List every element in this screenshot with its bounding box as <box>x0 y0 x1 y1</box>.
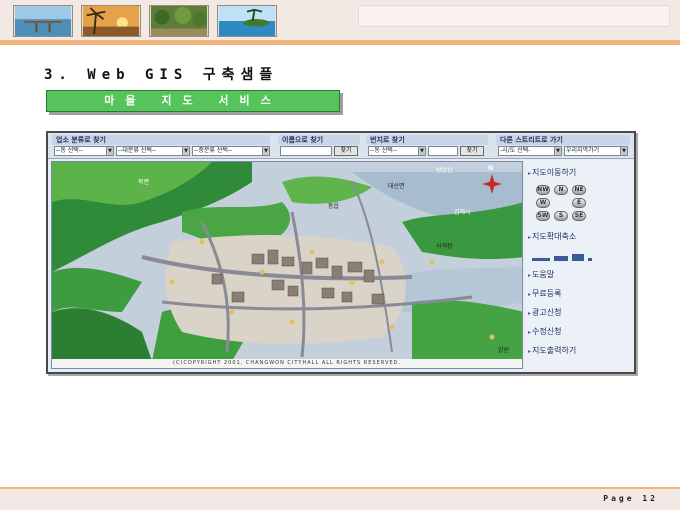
zoom-level-3[interactable] <box>572 254 584 261</box>
lot-search-title: 번지로 찾기 <box>366 135 488 145</box>
major-category-value: --대분류 선택-- <box>118 147 157 154</box>
province-select-value: -시/도 선택- <box>500 147 531 154</box>
thumbnail-island-sea <box>217 5 277 37</box>
name-search-title: 이름으로 찾기 <box>278 135 360 145</box>
pan-northeast-button[interactable]: NE <box>572 185 586 195</box>
header-title-box <box>358 5 670 27</box>
print-map-link[interactable]: 지도출력하기 <box>528 345 576 356</box>
lot-number-input[interactable] <box>428 146 458 156</box>
lot-district-select[interactable]: --동 선택-- ▼ <box>368 146 426 156</box>
zoom-level-bars[interactable] <box>532 253 602 263</box>
town-map-view[interactable]: 방앗산 대산면 김해시 동읍 N 북면 사격장 양원 (C)COPYRIGHT … <box>51 161 523 369</box>
service-title-label: 마을 지도 서비스 <box>104 94 282 107</box>
district-select[interactable]: --동 선택-- ▼ <box>54 146 114 156</box>
move-map-link[interactable]: 지도이동하기 <box>528 167 576 178</box>
district-select-value: --동 선택-- <box>56 147 84 154</box>
search-toolbar: 업소 분류로 찾기 --동 선택-- ▼ --대분류 선택-- ▼ --중분류 선택… <box>48 133 634 159</box>
province-select[interactable]: -시/도 선택- ▼ <box>498 146 562 156</box>
map-label-gimhae: 김해시 <box>454 208 471 216</box>
map-illustration: 방앗산 대산면 김해시 동읍 N 북면 사격장 양원 <box>52 162 522 361</box>
edit-request-link[interactable]: 수정신청 <box>528 326 561 337</box>
chevron-down-icon: ▼ <box>182 147 189 155</box>
major-category-select[interactable]: --대분류 선택-- ▼ <box>116 146 190 156</box>
lot-search-button[interactable]: 찾기 <box>460 146 484 156</box>
chevron-down-icon: ▼ <box>554 147 561 155</box>
header-stripe <box>0 40 680 45</box>
thumbnail-palm-sunset <box>81 5 141 37</box>
pan-south-button[interactable]: S <box>554 211 568 221</box>
thumbnail-tropical-forest <box>149 5 209 37</box>
section-title: 3. Web GIS 구축샘플 <box>44 67 279 83</box>
name-search-group: 이름으로 찾기 찾기 <box>278 135 362 157</box>
category-search-group: 업소 분류로 찾기 --동 선택-- ▼ --대분류 선택-- ▼ --중분류 선택… <box>52 135 272 157</box>
zoom-level-1[interactable] <box>532 258 550 261</box>
other-street-group: 다른 스트리트로 가기 -시/도 선택- ▼ 우리지역가기 ▼ <box>496 135 632 157</box>
my-area-select[interactable]: 우리지역가기 ▼ <box>564 146 628 156</box>
minor-category-value: --중분류 선택-- <box>194 147 233 154</box>
zoom-level-2[interactable] <box>554 256 568 261</box>
zoom-level-4[interactable] <box>588 258 592 261</box>
other-street-title: 다른 스트리트로 가기 <box>496 135 630 145</box>
name-search-button[interactable]: 찾기 <box>334 146 358 156</box>
pan-southwest-button[interactable]: SW <box>536 211 550 221</box>
ad-request-link[interactable]: 광고신청 <box>528 307 561 318</box>
zoom-map-link[interactable]: 지도확대축소 <box>528 231 576 242</box>
map-control-panel: 지도이동하기 NW N NE W E SW S SE 지도확대축소 도움말 무료… <box>526 161 634 369</box>
chevron-down-icon: ▼ <box>620 147 627 155</box>
service-title-bar: 마을 지도 서비스 <box>46 90 340 112</box>
lot-search-group: 번지로 찾기 --동 선택-- ▼ 찾기 <box>366 135 490 157</box>
page-number: Page 12 <box>603 494 658 503</box>
thumbnail-beach-pier <box>13 5 73 37</box>
map-label-daesan: 대산면 <box>388 182 405 190</box>
direction-pad: NW N NE W E SW S SE <box>536 185 596 223</box>
minor-category-select[interactable]: --중분류 선택-- ▼ <box>192 146 270 156</box>
chevron-down-icon: ▼ <box>262 147 269 155</box>
map-copyright: (C)COPYRIGHT 2001, CHANGWON CITYHALL ALL… <box>52 359 522 368</box>
chevron-down-icon: ▼ <box>106 147 113 155</box>
pan-east-button[interactable]: E <box>572 198 586 208</box>
map-label-yangwon: 양원 <box>498 346 509 354</box>
slide-page: 3. Web GIS 구축샘플 마을 지도 서비스 업소 분류로 찾기 --동 … <box>0 0 680 510</box>
pan-northwest-button[interactable]: NW <box>536 185 550 195</box>
help-link[interactable]: 도움말 <box>528 269 554 280</box>
lot-district-value: --동 선택-- <box>370 147 398 154</box>
map-label-bukmyeon: 북면 <box>138 178 149 186</box>
my-area-select-value: 우리지역가기 <box>566 147 600 154</box>
pan-west-button[interactable]: W <box>536 198 550 208</box>
footer-band <box>0 489 680 510</box>
map-label-dongeup: 동읍 <box>328 203 340 210</box>
name-search-input[interactable] <box>280 146 332 156</box>
web-gis-app-window: 업소 분류로 찾기 --동 선택-- ▼ --대분류 선택-- ▼ --중분류 선택… <box>46 131 636 374</box>
chevron-down-icon: ▼ <box>418 147 425 155</box>
category-search-title: 업소 분류로 찾기 <box>52 135 270 145</box>
map-label-bangu: 방앗산 <box>436 166 453 174</box>
pan-southeast-button[interactable]: SE <box>572 211 586 221</box>
map-label-north: N <box>488 165 493 172</box>
free-registration-link[interactable]: 무료등록 <box>528 288 561 299</box>
map-label-shooting-range: 사격장 <box>436 242 453 250</box>
pan-north-button[interactable]: N <box>554 185 568 195</box>
